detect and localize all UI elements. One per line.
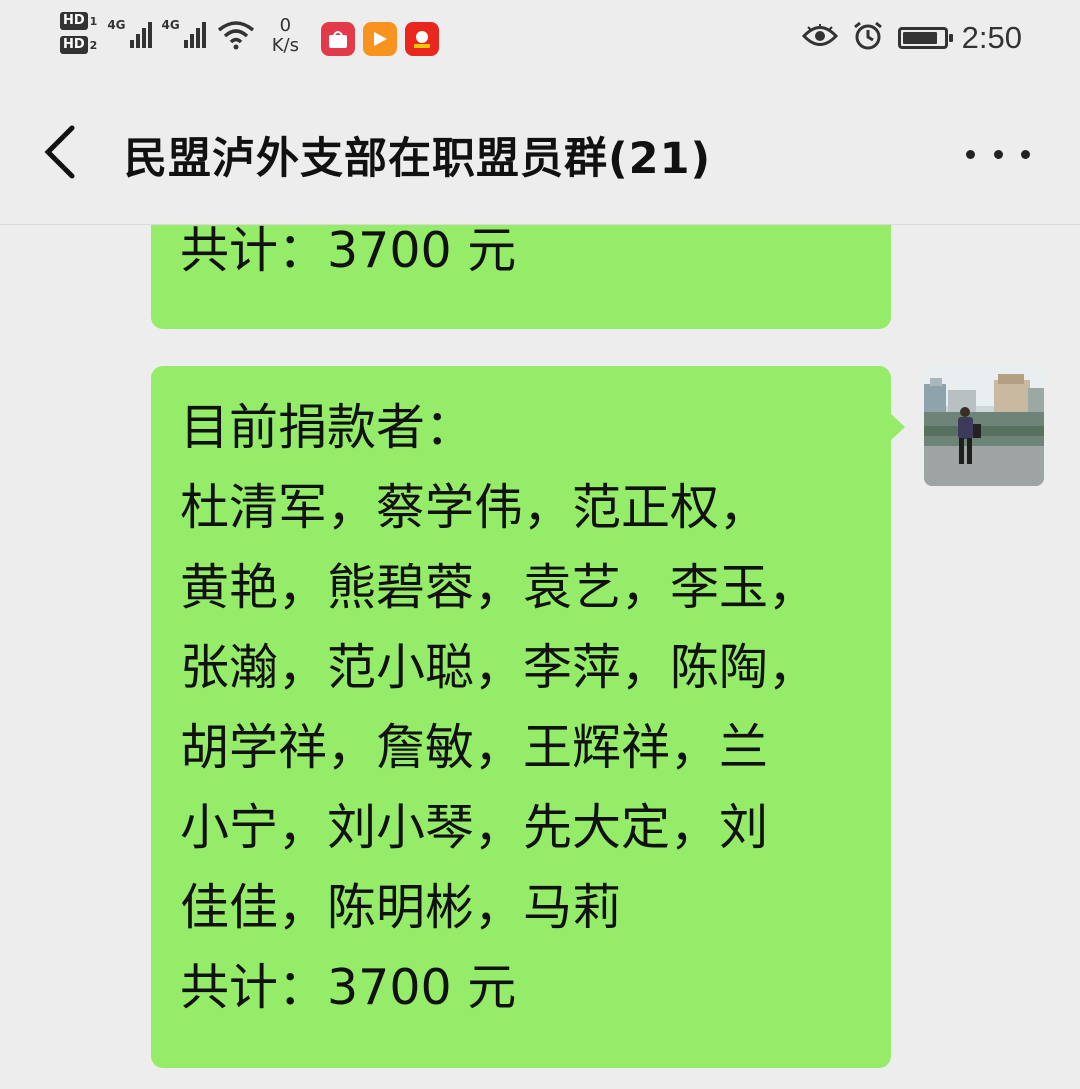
sim-indicators: HD 1 HD 2 [60, 12, 97, 54]
avatar[interactable] [924, 366, 1044, 486]
network-speed: 0 K/s [272, 16, 299, 56]
clock: 2:50 [961, 20, 1022, 55]
more-options-button[interactable] [966, 134, 1030, 174]
status-bar-left: HD 1 HD 2 4G 4G 0 K/s [60, 12, 439, 72]
sim2-indicator: HD 2 [60, 36, 97, 54]
speed-value: 0 [279, 15, 292, 36]
more-icon [966, 149, 975, 159]
message-line: 佳佳，陈明彬，马莉 [180, 879, 622, 936]
message-bubble[interactable]: 共计：3700 元 [151, 225, 891, 329]
battery-icon [897, 27, 953, 49]
sim2-index: 2 [89, 38, 98, 52]
message-line: 张瀚，范小聪，李萍，陈陶， [180, 639, 818, 696]
message-line: 目前捐款者： [180, 399, 475, 456]
chat-header: 民盟泸外支部在职盟员群(21) [0, 86, 1080, 225]
wifi-icon [216, 20, 256, 54]
signal-1-icon: 4G [107, 18, 152, 48]
signal-2-icon: 4G [162, 18, 206, 48]
message-list[interactable]: 共计：3700 元 目前捐款者： 杜清军，蔡学伟，范正权， 黄艳，熊碧蓉，袁艺，… [0, 225, 1080, 1089]
hd-badge-2: HD [60, 36, 88, 54]
message-bubble[interactable]: 目前捐款者： 杜清军，蔡学伟，范正权， 黄艳，熊碧蓉，袁艺，李玉， 张瀚，范小聪… [151, 366, 905, 1068]
status-bar-right: 2:50 [801, 20, 1022, 56]
battery-level [902, 32, 937, 44]
network-type-2: 4G [161, 18, 180, 32]
message-line: 共计：3700 元 [180, 225, 517, 279]
eye-comfort-icon [801, 23, 838, 53]
shopping-app-icon [320, 22, 355, 56]
message-line: 共计：3700 元 [180, 959, 517, 1016]
deals-app-icon [404, 22, 439, 56]
network-type-1: 4G [107, 18, 126, 32]
status-bar: HD 1 HD 2 4G 4G 0 K/s 2:50 [0, 0, 1080, 86]
message-line: 小宁，刘小琴，先大定，刘 [180, 799, 769, 856]
avatar-photo [924, 366, 1044, 486]
alarm-icon [852, 20, 884, 56]
message-line: 杜清军，蔡学伟，范正权， [180, 479, 769, 536]
video-app-icon [362, 22, 397, 56]
back-button[interactable] [36, 122, 86, 182]
message-line: 黄艳，熊碧蓉，袁艺，李玉， [180, 559, 818, 616]
hd-badge-1: HD [60, 12, 88, 30]
chevron-left-icon [44, 125, 75, 179]
message-line: 胡学祥，詹敏，王辉祥，兰 [180, 719, 769, 776]
more-icon-dot [1021, 149, 1030, 159]
notification-icons [320, 22, 439, 56]
more-icon-dot [993, 149, 1003, 159]
sim1-indicator: HD 1 [60, 12, 97, 30]
speed-unit: K/s [271, 35, 299, 56]
chat-title: 民盟泸外支部在职盟员群(21) [124, 134, 712, 184]
sim1-index: 1 [89, 14, 98, 28]
